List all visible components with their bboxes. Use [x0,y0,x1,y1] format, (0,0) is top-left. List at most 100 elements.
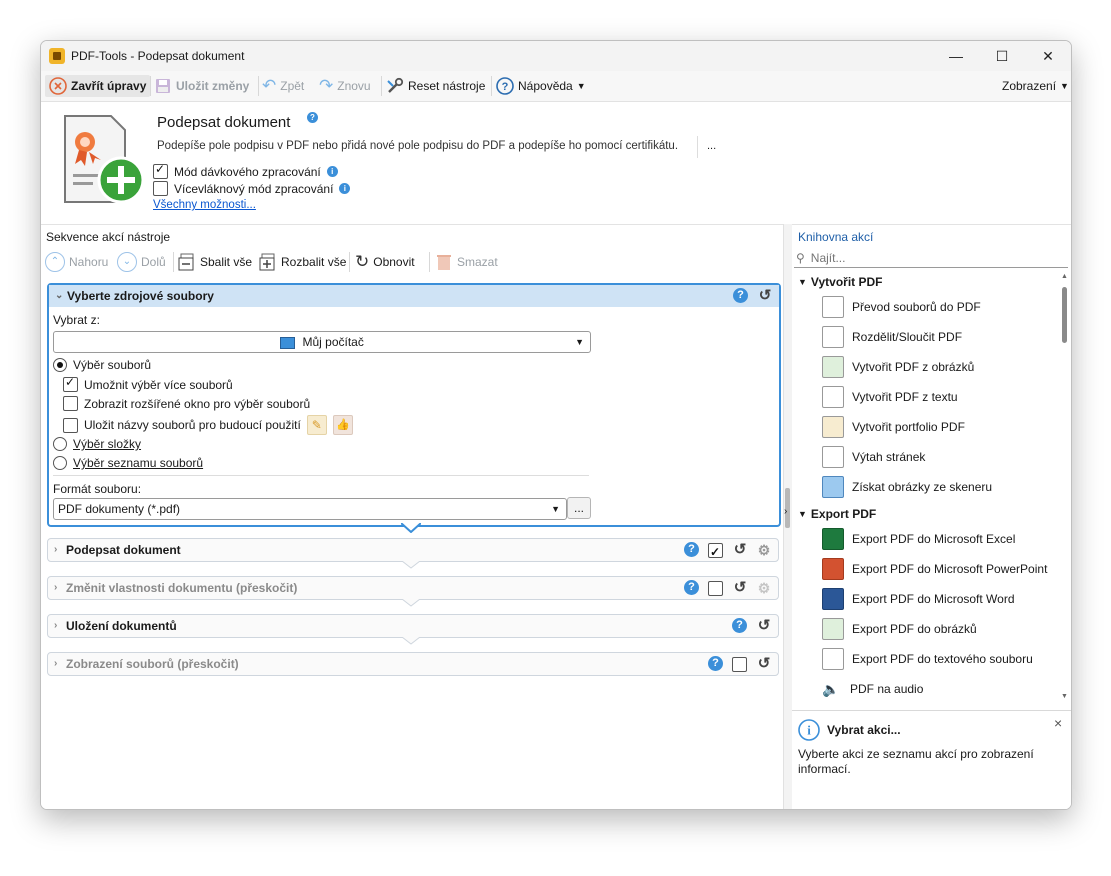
save-names-option[interactable]: Uložit názvy souborů pro budoucí použití… [63,415,353,435]
list-item[interactable]: Vytvořit portfolio PDF [822,415,965,439]
show-extended-option[interactable]: Zobrazit rozšířené okno pro výběr soubor… [63,396,310,411]
folder-selection-option[interactable]: Výběr složky [53,437,141,451]
delete-button[interactable]: Smazat [435,251,498,273]
help-icon[interactable]: ? [708,656,723,671]
tool-help-icon[interactable]: ? [307,112,318,123]
list-item-label: Vytvořit portfolio PDF [852,420,965,434]
move-up-button[interactable]: ⌃ Nahoru [45,251,108,273]
file-selection-radio[interactable] [53,358,67,372]
list-item[interactable]: Převod souborů do PDF [822,295,981,319]
redo-button[interactable]: ↷ Znovu [319,75,371,97]
batch-mode-checkbox[interactable] [153,162,168,179]
action-sign-document[interactable]: › Podepsat dokument ? ↺ ⚙ [47,538,779,563]
reset-icon[interactable]: ↺ [756,618,772,634]
help-menu-button[interactable]: ? Nápověda ▼ [496,75,586,97]
undo-button[interactable]: ↶ Zpět [262,75,304,97]
close-edits-button[interactable]: Zavřít úpravy [45,75,151,97]
file-list-selection-option[interactable]: Výběr seznamu souborů [53,456,203,470]
refresh-button[interactable]: ↻ Obnovit [355,251,415,273]
enable-checkbox[interactable] [708,541,723,563]
list-item[interactable]: Export PDF do textového souboru [822,647,1033,671]
list-item[interactable]: Export PDF do Microsoft Excel [822,527,1015,551]
file-format-dropdown[interactable]: PDF dokumenty (*.pdf) ▼ [53,498,567,520]
gear-icon[interactable]: ⚙ [756,542,772,558]
help-icon[interactable]: ? [684,542,699,557]
search-input[interactable] [808,250,1053,266]
scroll-up-icon[interactable]: ▲ [1061,273,1068,280]
list-item[interactable]: 🔈 PDF na audio [822,677,923,701]
reset-icon[interactable]: ↺ [732,542,748,558]
multithread-mode-option[interactable]: Vícevláknový mód zpracování i [153,181,351,196]
close-icon[interactable]: × [1054,715,1062,731]
chevron-down-icon: ▼ [551,504,560,514]
export-image-icon [822,618,844,640]
chevron-down-icon: ▼ [576,81,586,91]
library-search[interactable]: ⚲ [794,249,1068,268]
action-save-documents[interactable]: › Uložení dokumentů ? ↺ [47,614,779,638]
window-title: PDF-Tools - Podepsat dokument [71,49,245,63]
list-item[interactable]: Vytvořit PDF z textu [822,385,958,409]
list-item[interactable]: Rozdělit/Sloučit PDF [822,325,962,349]
minimize-button[interactable]: — [933,41,979,71]
multithread-mode-checkbox[interactable] [153,181,168,196]
list-item-label: Export PDF do Microsoft Excel [852,532,1016,546]
file-list-selection-radio[interactable] [53,456,67,470]
thumb-icon[interactable]: 👍 [332,415,353,435]
edit-pencil-icon[interactable]: ✎ [306,415,327,435]
action-show-files[interactable]: › Zobrazení souborů (přeskočit) ? ↺ [47,652,779,676]
group-create-pdf[interactable]: ▼ Vytvořit PDF [798,275,883,289]
list-item[interactable]: Export PDF do Microsoft Word [822,587,1015,611]
library-scrollbar[interactable]: ▲ ▼ [1060,273,1070,705]
reset-icon[interactable]: ↺ [756,656,772,672]
list-item[interactable]: Výtah stránek [822,445,925,469]
info-icon[interactable]: i [339,183,351,194]
view-menu-button[interactable]: Zobrazení ▼ [1002,75,1069,97]
list-item[interactable]: Vytvořit PDF z obrázků [822,355,974,379]
enable-checkbox[interactable] [732,657,747,672]
list-item[interactable]: Export PDF do obrázků [822,617,977,641]
group-export-pdf[interactable]: ▼ Export PDF [798,507,876,521]
list-item[interactable]: Získat obrázky ze skeneru [822,475,992,499]
batch-mode-option[interactable]: Mód dávkového zpracování i [153,162,338,179]
allow-multiple-option[interactable]: Umožnit výběr více souborů [63,375,233,392]
close-window-button[interactable]: ✕ [1025,41,1071,71]
expand-all-button[interactable]: Rozbalit vše [259,251,346,273]
sequence-toolbar: ⌃ Nahoru ⌄ Dolů Sbalit vše Rozbalit vše … [45,250,780,274]
info-icon[interactable]: i [326,166,338,177]
reset-icon[interactable]: ↺ [757,288,773,304]
collapse-all-button[interactable]: Sbalit vše [178,251,252,273]
action-change-properties[interactable]: › Změnit vlastnosti dokumentu (přeskočit… [47,576,779,600]
help-icon[interactable]: ? [684,580,699,595]
scroll-down-icon[interactable]: ▼ [1061,693,1068,700]
save-changes-button[interactable]: Uložit změny [154,75,249,97]
help-icon[interactable]: ? [733,288,748,303]
all-options-link[interactable]: Všechny možnosti... [153,199,256,211]
undo-label: Zpět [280,79,305,93]
source-files-panel-header[interactable]: ⌄ Vyberte zdrojové soubory ? ↺ [49,285,779,307]
maximize-button[interactable]: ☐ [979,41,1025,71]
file-selection-option[interactable]: Výběr souborů [53,358,151,372]
list-item[interactable]: Export PDF do Microsoft PowerPoint [822,557,1047,581]
show-extended-checkbox[interactable] [63,396,78,411]
scanner-icon [822,476,844,498]
allow-multiple-checkbox[interactable] [63,375,78,392]
description-more-button[interactable]: ... [707,140,716,152]
folder-selection-radio[interactable] [53,437,67,451]
gear-icon[interactable]: ⚙ [756,580,772,596]
collapse-all-label: Sbalit vše [200,255,253,269]
action-title: Podepsat dokument [66,543,181,557]
select-from-label: Vybrat z: [53,313,100,327]
select-from-dropdown[interactable]: Můj počítač ▼ [53,331,591,353]
scrollbar-thumb[interactable] [1062,287,1067,343]
save-names-checkbox[interactable] [63,417,78,433]
reset-tool-button[interactable]: Reset nástroje [386,75,485,97]
help-icon[interactable]: ? [732,618,747,633]
action-library-pane: Knihovna akcí ⚲ ▼ Vytvořit PDF Převod so… [792,224,1071,809]
reset-icon[interactable]: ↺ [732,580,748,596]
file-format-label: Formát souboru: [53,482,142,496]
chevron-right-icon[interactable]: › [784,506,787,517]
browse-button[interactable]: ... [567,497,591,519]
enable-checkbox[interactable] [708,581,723,596]
move-down-button[interactable]: ⌄ Dolů [117,251,166,273]
source-files-title: Vyberte zdrojové soubory [67,289,214,303]
